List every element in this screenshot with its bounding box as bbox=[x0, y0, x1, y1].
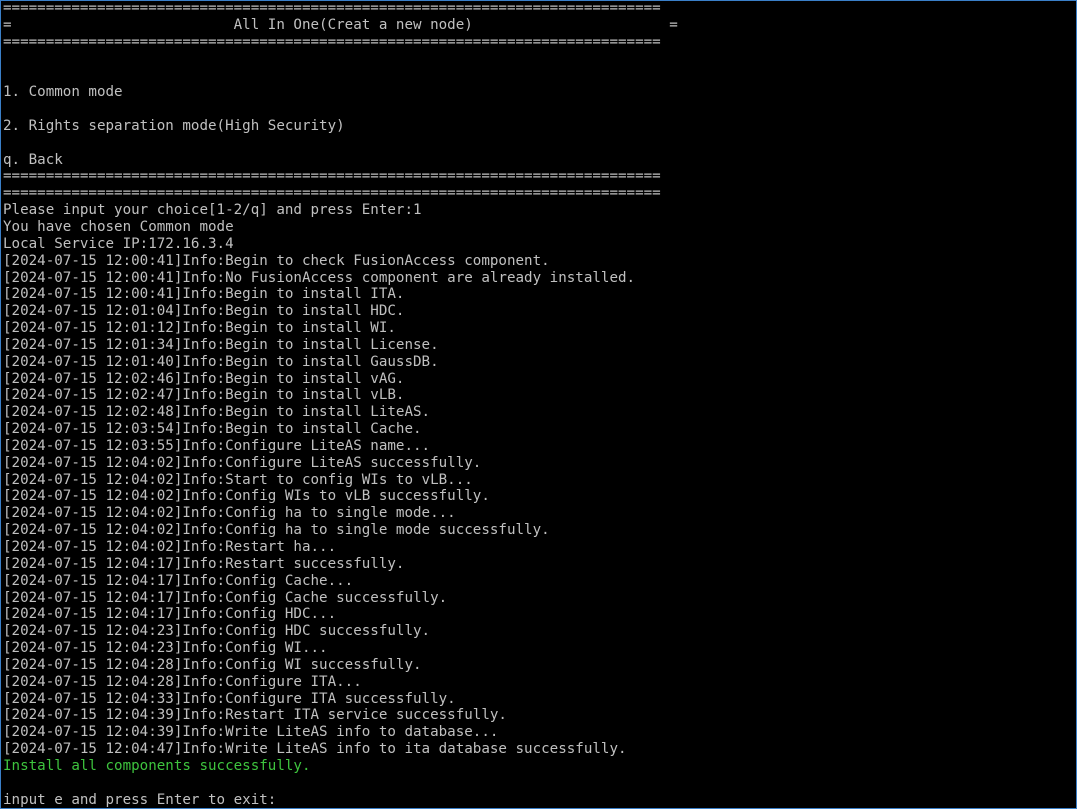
log-line: [2024-07-15 12:04:17]Info:Config HDC... bbox=[3, 606, 337, 623]
log-line: [2024-07-15 12:01:12]Info:Begin to insta… bbox=[3, 320, 396, 337]
choice-prompt: Please input your choice[1-2/q] and pres… bbox=[3, 202, 422, 219]
log-line: [2024-07-15 12:02:48]Info:Begin to insta… bbox=[3, 404, 431, 421]
log-line: [2024-07-15 12:04:28]Info:Configure ITA.… bbox=[3, 673, 362, 690]
log-line: [2024-07-15 12:04:02]Info:Start to confi… bbox=[3, 471, 473, 488]
menu-option-common-mode: 1. Common mode bbox=[3, 84, 123, 101]
terminal-console[interactable]: ========================================… bbox=[3, 0, 1073, 809]
log-line: [2024-07-15 12:00:41]Info:No FusionAcces… bbox=[3, 269, 636, 286]
menu-border: ========================================… bbox=[3, 185, 661, 202]
menu-option-rights-separation-mode: 2. Rights separation mode(High Security) bbox=[3, 117, 345, 134]
chosen-mode-text: You have chosen Common mode bbox=[3, 218, 234, 235]
log-line: [2024-07-15 12:04:23]Info:Config HDC suc… bbox=[3, 623, 431, 640]
log-line: [2024-07-15 12:01:04]Info:Begin to insta… bbox=[3, 303, 405, 320]
log-line: [2024-07-15 12:04:39]Info:Write LiteAS i… bbox=[3, 724, 499, 741]
local-service-ip: Local Service IP:172.16.3.4 bbox=[3, 235, 234, 252]
log-line: [2024-07-15 12:04:02]Info:Restart ha... bbox=[3, 539, 337, 555]
log-line: [2024-07-15 12:04:17]Info:Restart succes… bbox=[3, 555, 405, 572]
log-line: [2024-07-15 12:04:39]Info:Restart ITA se… bbox=[3, 707, 507, 724]
log-line: [2024-07-15 12:00:41]Info:Begin to insta… bbox=[3, 286, 405, 303]
log-line: [2024-07-15 12:04:02]Info:Configure Lite… bbox=[3, 454, 482, 471]
log-line: [2024-07-15 12:04:33]Info:Configure ITA … bbox=[3, 690, 456, 707]
log-line: [2024-07-15 12:04:47]Info:Write LiteAS i… bbox=[3, 741, 627, 758]
log-line: [2024-07-15 12:04:23]Info:Config WI... bbox=[3, 640, 328, 657]
success-message: Install all components successfully. bbox=[3, 757, 311, 774]
menu-border-top: ========================================… bbox=[3, 0, 661, 16]
log-line: [2024-07-15 12:04:17]Info:Config Cache s… bbox=[3, 589, 448, 606]
log-line: [2024-07-15 12:04:02]Info:Config WIs to … bbox=[3, 488, 490, 505]
install-log: [2024-07-15 12:00:41]Info:Begin to check… bbox=[3, 253, 1073, 758]
log-line: [2024-07-15 12:00:41]Info:Begin to check… bbox=[3, 252, 550, 269]
menu-title: = All In One(Creat a new node) = bbox=[3, 16, 678, 33]
log-line: [2024-07-15 12:01:40]Info:Begin to insta… bbox=[3, 353, 439, 370]
menu-border: ========================================… bbox=[3, 33, 661, 50]
exit-prompt-input[interactable]: input e and press Enter to exit: bbox=[3, 792, 1073, 809]
menu-option-back: q. Back bbox=[3, 151, 63, 168]
log-line: [2024-07-15 12:02:46]Info:Begin to insta… bbox=[3, 370, 405, 387]
log-line: [2024-07-15 12:04:02]Info:Config ha to s… bbox=[3, 522, 550, 539]
log-line: [2024-07-15 12:02:47]Info:Begin to insta… bbox=[3, 387, 405, 404]
log-line: [2024-07-15 12:01:34]Info:Begin to insta… bbox=[3, 336, 439, 353]
log-line: [2024-07-15 12:04:17]Info:Config Cache..… bbox=[3, 572, 354, 589]
menu-border: ========================================… bbox=[3, 168, 661, 185]
log-line: [2024-07-15 12:04:02]Info:Config ha to s… bbox=[3, 505, 456, 522]
log-line: [2024-07-15 12:04:28]Info:Config WI succ… bbox=[3, 656, 422, 673]
log-line: [2024-07-15 12:03:54]Info:Begin to insta… bbox=[3, 421, 422, 438]
log-line: [2024-07-15 12:03:55]Info:Configure Lite… bbox=[3, 437, 431, 454]
